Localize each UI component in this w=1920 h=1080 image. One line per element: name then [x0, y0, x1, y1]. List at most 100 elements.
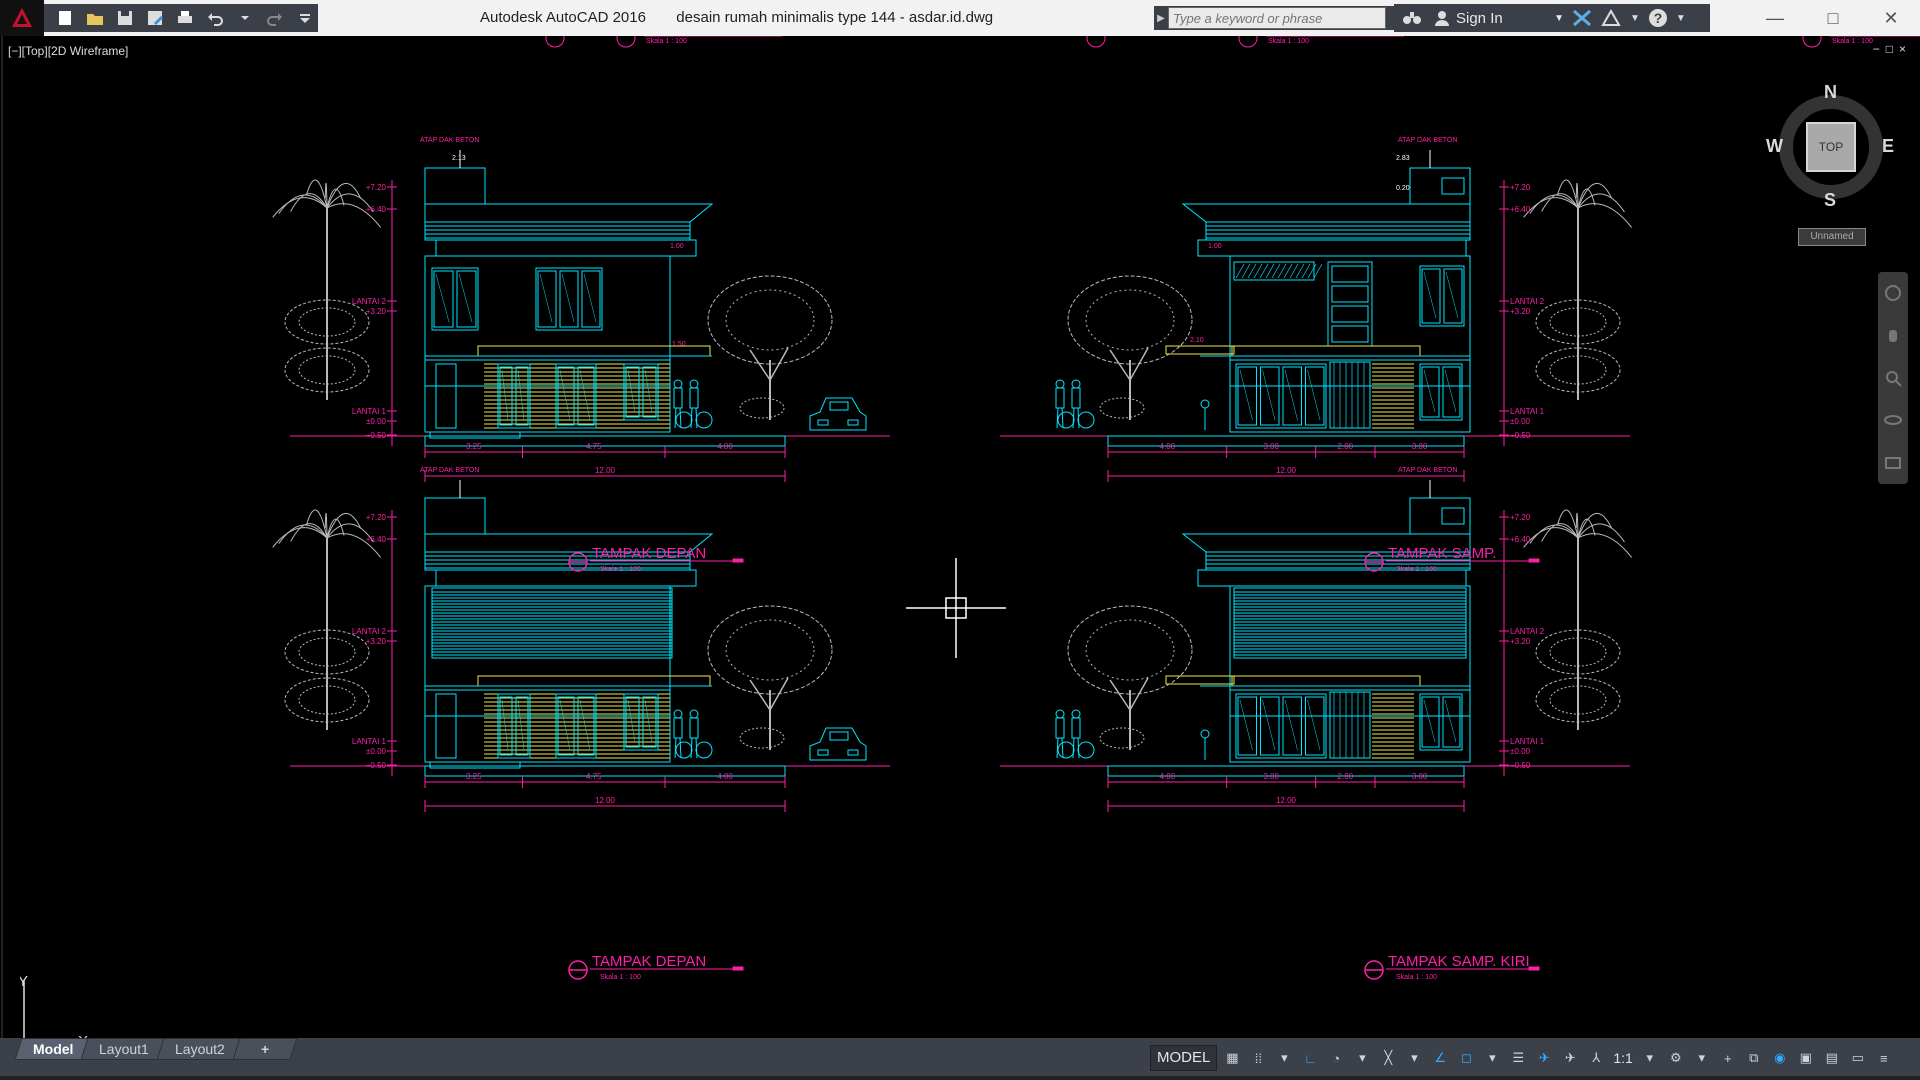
help-icon[interactable]: ? [1648, 8, 1668, 28]
tree-canopy [725, 289, 815, 351]
window-pane [1282, 696, 1302, 756]
window-controls: — □ ✕ [1746, 0, 1920, 36]
viewport-controls-label[interactable]: [−][Top][2D Wireframe] [8, 44, 128, 58]
viewport-close-button[interactable]: × [1899, 42, 1906, 56]
chevron-down-icon[interactable]: ▾ [1273, 1047, 1295, 1069]
sign-in-button[interactable]: Sign In ▼ [1434, 10, 1564, 27]
palm-frond [1577, 193, 1625, 213]
minimize-button[interactable]: — [1746, 0, 1804, 36]
application-menu-button[interactable] [0, 0, 44, 36]
new-file-button[interactable] [52, 6, 78, 30]
dimension-note: 2.13 [452, 155, 466, 162]
stay-connected-icon[interactable] [1600, 9, 1622, 27]
bottom-bar: Model Layout1 Layout2 + MODEL ▦ ⁞⁞ ▾ ∟ ◔… [0, 1038, 1920, 1080]
search-input[interactable] [1168, 7, 1386, 29]
orbit-icon[interactable] [1884, 411, 1902, 429]
annotation-visibility-icon[interactable]: ✈ [1533, 1047, 1555, 1069]
top-cutoff-labels: Skala 1 : 100 Skala 1 : 100 Skala 1 : 100 [545, 36, 1920, 48]
feature-panel [1331, 325, 1369, 343]
ucs-menu[interactable]: Unnamed [1798, 228, 1866, 246]
roof-label: ATAP DAK BETON [420, 137, 479, 144]
customize-qat-button[interactable] [292, 6, 318, 30]
lineweight-icon[interactable]: ☰ [1507, 1047, 1529, 1069]
elevation-scale: Skala 1 : 100 [1396, 566, 1437, 573]
person-body [689, 387, 699, 409]
annotation-monitor-icon[interactable]: + [1717, 1047, 1739, 1069]
compass-north[interactable]: N [1824, 82, 1837, 103]
open-file-button[interactable] [82, 6, 108, 30]
redo-button[interactable] [262, 6, 288, 30]
annotation-scale-icon[interactable]: ⅄ [1585, 1047, 1607, 1069]
infocenter-tools: Sign In ▼ ▼ ? ▼ [1394, 4, 1710, 32]
ortho-icon[interactable]: ∟ [1299, 1047, 1321, 1069]
chevron-down-icon[interactable]: ▾ [1351, 1047, 1373, 1069]
zoom-extents-icon[interactable] [1884, 369, 1902, 387]
viewcube-top-face[interactable]: TOP [1806, 122, 1856, 172]
tree-canopy [1067, 275, 1193, 365]
level-label: LANTAI 1 [352, 407, 387, 416]
chevron-down-icon[interactable]: ▼ [1676, 13, 1686, 24]
compass-south[interactable]: S [1824, 190, 1836, 211]
snap-mode-icon[interactable]: ⁞⁞ [1247, 1047, 1269, 1069]
roof-parapet [1409, 167, 1471, 205]
pan-hand-icon[interactable] [1884, 327, 1902, 345]
annotation-scale-value[interactable]: 1:1 [1611, 1050, 1634, 1066]
roof-label: ATAP DAK BETON [420, 467, 479, 474]
bicycle-wheel [1057, 411, 1075, 429]
glass-hatch [561, 273, 575, 323]
workspace-gear-icon[interactable]: ⚙ [1665, 1047, 1687, 1069]
quick-properties-icon[interactable]: ◉ [1769, 1047, 1791, 1069]
add-layout-button[interactable]: + [232, 1038, 298, 1060]
undo-dropdown[interactable] [232, 6, 258, 30]
viewport-window-controls: − □ × [1873, 42, 1906, 56]
chevron-down-icon[interactable]: ▾ [1481, 1047, 1503, 1069]
object-snap-tracking-icon[interactable]: ∠ [1429, 1047, 1451, 1069]
customization-menu-icon[interactable]: ≡ [1873, 1047, 1895, 1069]
save-button[interactable] [112, 6, 138, 30]
units-icon[interactable]: ⧉ [1743, 1047, 1765, 1069]
clean-screen-icon[interactable]: ▭ [1847, 1047, 1869, 1069]
redo-icon [267, 13, 282, 26]
viewport-minimize-button[interactable]: − [1873, 42, 1880, 56]
save-as-button[interactable] [142, 6, 168, 30]
maximize-button[interactable]: □ [1804, 0, 1862, 36]
drawing-area[interactable]: Skala 1 : 100 Skala 1 : 100 Skala 1 : 100 A… [0, 36, 1920, 1050]
person-body [1071, 717, 1081, 739]
steeringwheel-icon[interactable] [1884, 284, 1902, 302]
ground-floor-wall [1229, 689, 1471, 763]
plot-button[interactable] [172, 6, 198, 30]
isolate-objects-icon[interactable]: ▤ [1821, 1047, 1843, 1069]
polar-tracking-icon[interactable]: ◔ [1325, 1047, 1347, 1069]
chevron-down-icon[interactable]: ▾ [1639, 1047, 1661, 1069]
tab-layout2[interactable]: Layout2 [156, 1038, 244, 1060]
lock-ui-icon[interactable]: ▣ [1795, 1047, 1817, 1069]
title-underline-end [1528, 558, 1540, 563]
viewcube[interactable]: TOP N S E W [1766, 82, 1896, 212]
binoculars-icon[interactable] [1402, 9, 1422, 27]
model-space-toggle[interactable]: MODEL [1150, 1045, 1218, 1071]
close-button[interactable]: ✕ [1862, 0, 1920, 36]
upper-window-left [431, 267, 479, 331]
compass-east[interactable]: E [1882, 136, 1894, 157]
exchange-apps-icon[interactable] [1572, 9, 1592, 27]
undo-button[interactable] [202, 6, 228, 30]
grid-display-icon[interactable]: ▦ [1221, 1047, 1243, 1069]
isodraft-icon[interactable]: ╳ [1377, 1047, 1399, 1069]
level-label: LANTAI 1 [1510, 737, 1545, 746]
chevron-down-icon[interactable]: ▼ [1630, 13, 1640, 24]
title-marker [616, 36, 636, 48]
viewport-restore-button[interactable]: □ [1886, 42, 1893, 56]
object-snap-icon[interactable]: ◻ [1455, 1047, 1477, 1069]
level-label: LANTAI 2 [352, 297, 387, 306]
tree-branch [749, 349, 771, 381]
expand-search-icon[interactable]: ▶ [1154, 13, 1168, 24]
compass-west[interactable]: W [1766, 136, 1783, 157]
chevron-down-icon[interactable]: ▾ [1691, 1047, 1713, 1069]
level-label: +3.20 [1510, 637, 1531, 646]
chevron-down-icon[interactable]: ▾ [1403, 1047, 1425, 1069]
car-light [817, 749, 829, 756]
auto-scale-icon[interactable]: ✈ [1559, 1047, 1581, 1069]
person-leg [679, 737, 682, 759]
showmotion-icon[interactable] [1884, 454, 1902, 472]
tab-layout1[interactable]: Layout1 [80, 1038, 168, 1060]
